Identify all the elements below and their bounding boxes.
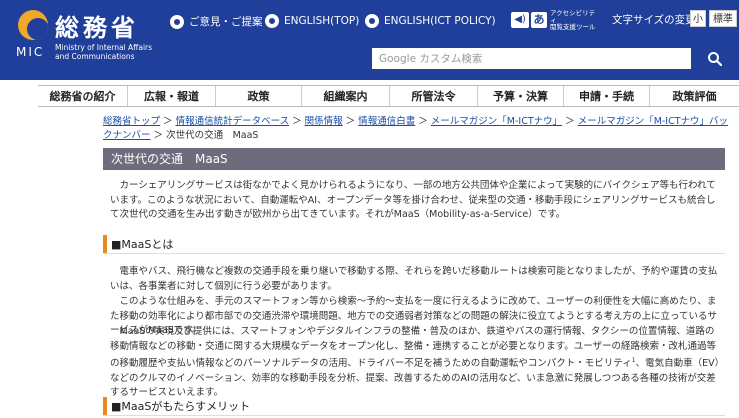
- heading-accent: [103, 234, 107, 253]
- nav-laws[interactable]: 所管法令: [390, 86, 478, 106]
- intro-paragraph: カーシェアリングサービスは街なかでよく見かけられるようになり、一部の地方公共団体…: [110, 180, 716, 220]
- nav-evaluation[interactable]: 政策評価: [650, 86, 739, 106]
- section-heading-benefits: ■MaaSがもたらすメリット: [103, 396, 725, 416]
- circle-bullet-icon: [365, 14, 379, 28]
- accessibility-label: アクセシビリティ 閲覧支援ツール: [550, 8, 596, 31]
- font-small-button[interactable]: 小: [690, 10, 706, 27]
- circle-bullet-icon: [265, 14, 279, 28]
- nav-applications[interactable]: 申請・手続: [564, 86, 650, 106]
- opinion-link[interactable]: ご意見・ご提案: [170, 14, 263, 29]
- site-header: 総務省 MIC Ministry of Internal Affairs and…: [0, 0, 739, 80]
- font-size-label: 文字サイズの変更: [612, 14, 696, 26]
- heading-accent: [103, 396, 107, 415]
- nav-policy[interactable]: 政策: [216, 86, 302, 106]
- mic-logo-icon[interactable]: [18, 10, 48, 40]
- nav-organization[interactable]: 組織案内: [302, 86, 390, 106]
- english-top-link[interactable]: ENGLISH(TOP): [265, 14, 359, 28]
- search-icon: [708, 52, 723, 67]
- logo-abbr: MIC: [16, 45, 45, 59]
- nav-about[interactable]: 総務省の紹介: [38, 86, 128, 106]
- section-heading-maas: ■MaaSとは: [103, 234, 725, 254]
- speaker-icon: ◀): [511, 12, 529, 28]
- section1-paragraph-1: 電車やバス、飛行機など複数の交通手段を乗り継いで移動する際、それらを跨いだ移動ル…: [110, 266, 718, 292]
- search-button[interactable]: [693, 48, 739, 69]
- breadcrumb-current: 次世代の交通 MaaS: [166, 130, 259, 141]
- nav-press[interactable]: 広報・報道: [128, 86, 216, 106]
- breadcrumb-link-top[interactable]: 総務省トップ: [103, 116, 160, 127]
- logo-title[interactable]: 総務省: [55, 8, 139, 43]
- breadcrumb: 総務省トップ ＞ 情報通信統計データベース ＞ 関係情報 ＞ 情報通信白書 ＞ …: [103, 116, 729, 141]
- section1-paragraph-3: MaaSの実現及び提供には、スマートフォンやデジタルインフラの整備・普及のほか、…: [110, 326, 720, 399]
- breadcrumb-link-related[interactable]: 関係情報: [305, 116, 343, 127]
- breadcrumb-link-mailmag[interactable]: メールマガジン「M-ICTナウ」: [431, 116, 562, 127]
- accessibility-tool-button[interactable]: ◀) あ アクセシビリティ 閲覧支援ツール: [511, 8, 600, 31]
- logo-english: Ministry of Internal Affairs and Communi…: [55, 43, 153, 61]
- breadcrumb-link-whitepaper[interactable]: 情報通信白書: [358, 116, 415, 127]
- search-input[interactable]: [372, 48, 691, 69]
- global-nav: 総務省の紹介 広報・報道 政策 組織案内 所管法令 予算・決算 申請・手続 政策…: [38, 85, 739, 107]
- page-title: 次世代の交通 MaaS: [103, 148, 725, 170]
- nav-budget[interactable]: 予算・決算: [478, 86, 564, 106]
- english-ict-link[interactable]: ENGLISH(ICT POLICY): [365, 14, 496, 28]
- font-standard-button[interactable]: 標準: [709, 10, 737, 27]
- breadcrumb-link-stats-db[interactable]: 情報通信統計データベース: [176, 116, 290, 127]
- circle-bullet-icon: [170, 14, 184, 29]
- text-size-icon: あ: [531, 12, 547, 28]
